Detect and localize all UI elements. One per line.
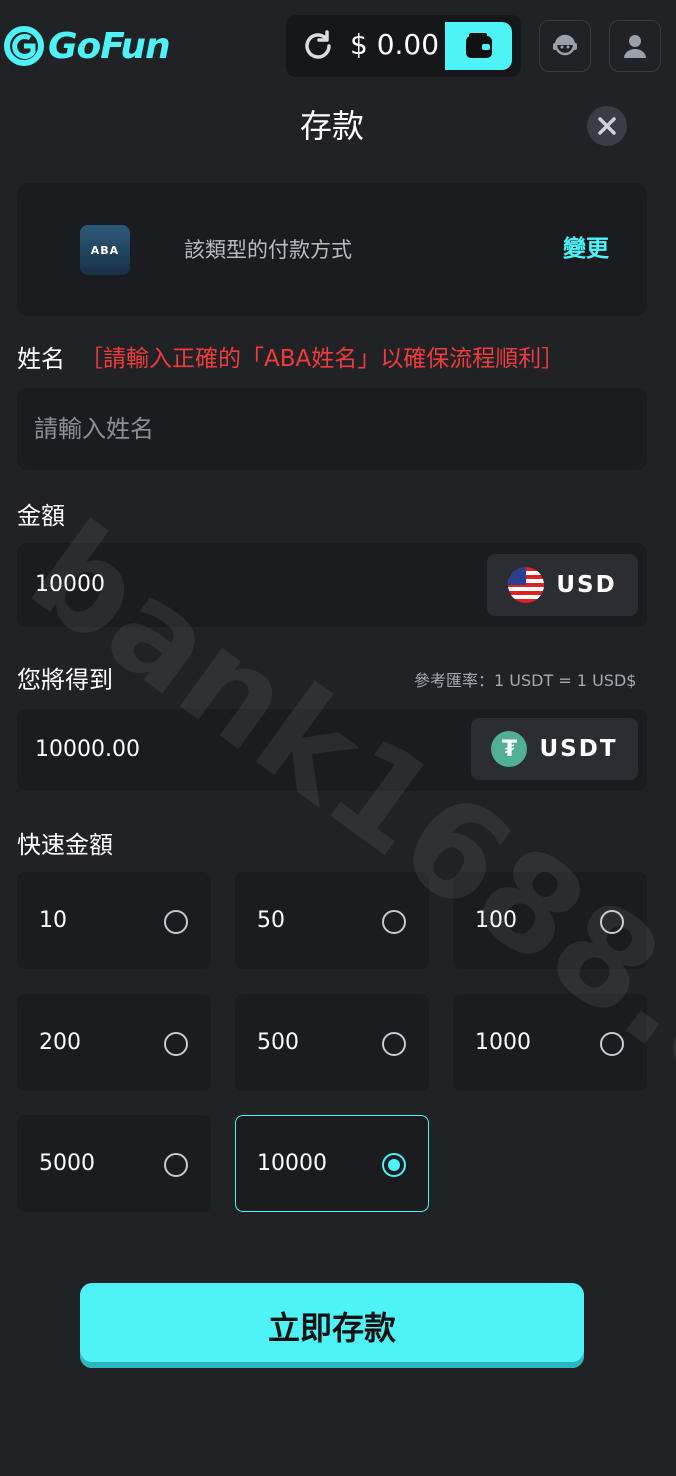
name-input[interactable] (34, 388, 634, 470)
tether-icon: ₮ (491, 731, 528, 767)
user-button[interactable] (609, 20, 661, 72)
quick-amount-option[interactable]: 500 (235, 994, 429, 1091)
amount-label: 金額 (17, 502, 65, 530)
quick-amount-value: 500 (257, 1030, 299, 1055)
quick-amount-option[interactable]: 50 (235, 872, 429, 969)
radio-icon (164, 1032, 188, 1056)
logo-icon (4, 26, 44, 66)
currency-code: USDT (539, 736, 618, 762)
radio-icon (600, 1032, 624, 1056)
quick-amount-label: 快速金額 (17, 831, 113, 859)
refresh-icon[interactable] (300, 28, 336, 64)
user-icon (624, 35, 646, 58)
currency-usdt-selector[interactable]: ₮ USDT (471, 718, 638, 780)
quick-amount-value: 5000 (39, 1151, 95, 1176)
currency-code: USD (556, 572, 617, 598)
deposit-now-button[interactable]: 立即存款 (80, 1283, 584, 1368)
gofun-logo[interactable]: GoFun (4, 22, 204, 70)
wallet-icon (465, 33, 492, 58)
logo-text: GoFun (48, 25, 171, 67)
currency-usd-selector[interactable]: USD (487, 554, 638, 616)
quick-amount-value: 200 (39, 1030, 81, 1055)
radio-selected-icon (382, 1153, 406, 1177)
aba-bank-logo: ABA (80, 225, 130, 275)
us-flag-icon (508, 567, 545, 603)
payment-method-description: 該類型的付款方式 (184, 238, 352, 262)
radio-icon (164, 910, 188, 934)
radio-icon (600, 910, 624, 934)
quick-amount-value: 50 (257, 908, 285, 933)
balance-amount: $ 0.00 (350, 28, 440, 61)
close-icon (598, 117, 616, 135)
radio-icon (382, 910, 406, 934)
wallet-button[interactable] (445, 22, 512, 70)
quick-amount-option[interactable]: 5000 (17, 1115, 211, 1212)
exchange-rate: 參考匯率：1 USDT = 1 USD$ (414, 671, 637, 690)
quick-amount-value: 10 (39, 908, 67, 933)
receive-amount: 10000.00 (35, 737, 140, 762)
support-button[interactable] (539, 20, 591, 72)
page-title: 存款 (299, 107, 364, 145)
name-warning: ［請輸入正確的「ABA姓名」以確保流程順利］ (80, 346, 565, 372)
quick-amount-option[interactable]: 10 (17, 872, 211, 969)
quick-amount-option[interactable]: 200 (17, 994, 211, 1091)
name-field (17, 388, 647, 470)
radio-icon (382, 1032, 406, 1056)
receive-label: 您將得到 (17, 666, 113, 694)
quick-amount-option[interactable]: 100 (453, 872, 647, 969)
name-label: 姓名 (17, 345, 65, 373)
amount-input[interactable]: 10000 (35, 569, 105, 601)
quick-amount-value: 10000 (257, 1151, 327, 1176)
quick-amount-value: 100 (475, 908, 517, 933)
quick-amount-value: 1000 (475, 1030, 531, 1055)
change-payment-button[interactable]: 變更 (563, 233, 609, 265)
close-button[interactable] (587, 106, 627, 146)
quick-amount-option[interactable]: 10000 (235, 1115, 429, 1212)
quick-amount-option[interactable]: 1000 (453, 994, 647, 1091)
radio-icon (164, 1153, 188, 1177)
customer-service-icon (553, 34, 577, 56)
